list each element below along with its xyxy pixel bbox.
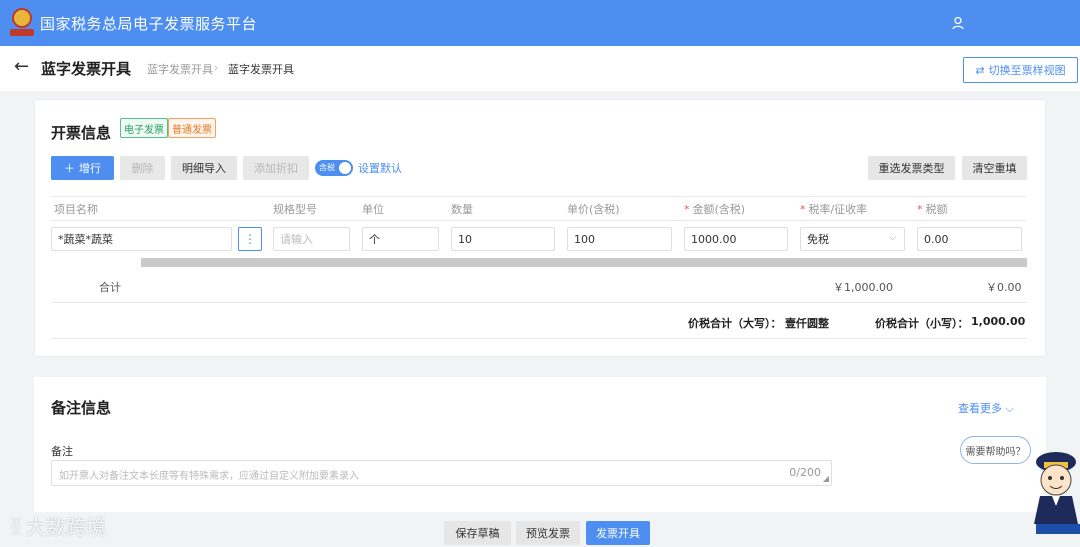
remark-label: 备注	[51, 445, 73, 458]
add-row-label: 增行	[79, 162, 101, 175]
watermark-text: 大数跨境	[26, 515, 106, 539]
quantity-input[interactable]: 10	[451, 227, 555, 251]
required-mark: *	[917, 203, 923, 216]
total-amount: ￥1,000.00	[833, 281, 893, 294]
total-tax: ￥0.00	[986, 281, 1022, 294]
table-top-border	[51, 196, 1027, 197]
totals-bottom-border	[51, 338, 1027, 339]
col-unit-price: 单价(含税)	[567, 203, 620, 216]
breadcrumb-parent[interactable]: 蓝字发票开具	[147, 61, 213, 77]
reselect-invoice-type-button[interactable]: 重选发票类型	[868, 156, 955, 180]
remark-placeholder: 如开票人对备注文本长度等有特殊需求，应通过自定义附加要素录入	[59, 471, 359, 482]
top-navigation-bar: 国家税务总局电子发票服务平台	[0, 0, 1080, 46]
col-item-name: 项目名称	[54, 203, 98, 216]
col-spec: 规格型号	[273, 203, 317, 216]
total-lower-value: 1,000.00	[971, 315, 1026, 328]
issue-invoice-button[interactable]: 发票开具	[586, 521, 650, 545]
col-tax-rate: * 税率/征收率	[800, 203, 868, 216]
page-header: ← 蓝字发票开具 蓝字发票开具 › 蓝字发票开具 ⇄ 切换至票样视图	[0, 46, 1080, 91]
breadcrumb-current: 蓝字发票开具	[228, 63, 294, 76]
col-amount: * 金额(含税)	[684, 203, 746, 216]
item-name-input[interactable]: *蔬菜*蔬菜	[51, 227, 232, 251]
save-draft-button[interactable]: 保存草稿	[444, 521, 511, 545]
resize-icon[interactable]: ◢	[823, 474, 829, 483]
tax-rate-value: 免税	[807, 233, 829, 246]
toggle-knob	[339, 162, 351, 174]
chevron-down-icon: ⌵	[1005, 402, 1014, 415]
watermark: ᛝ 大数跨境	[10, 511, 106, 540]
mascot-icon[interactable]	[1028, 444, 1080, 536]
col-quantity: 数量	[451, 203, 473, 216]
switch-view-icon: ⇄	[975, 63, 985, 77]
required-mark: *	[800, 203, 806, 216]
back-arrow-icon[interactable]: ←	[14, 56, 29, 77]
breadcrumb-separator-icon: ›	[214, 61, 219, 74]
logo-emblem-icon	[10, 8, 34, 38]
help-bubble[interactable]: 需要帮助吗？	[960, 436, 1031, 464]
remark-card	[34, 377, 1046, 512]
switch-view-label: 切换至票样视图	[988, 64, 1066, 77]
more-vertical-icon[interactable]: ⋮	[238, 227, 262, 251]
remark-section-title: 备注信息	[51, 399, 112, 417]
tax-amount-input[interactable]: 0.00	[917, 227, 1022, 251]
tag-electronic-invoice: 电子发票	[120, 118, 168, 138]
plus-icon: ＋	[64, 162, 75, 175]
unit-input[interactable]: 个	[362, 227, 439, 251]
clear-refill-button[interactable]: 清空重填	[962, 156, 1027, 180]
col-tax-amount: * 税额	[917, 203, 948, 216]
unit-price-input[interactable]: 100	[567, 227, 672, 251]
tag-ordinary-invoice: 普通发票	[168, 118, 216, 138]
set-default-link[interactable]: 设置默认	[358, 160, 402, 176]
totals-divider	[51, 302, 1027, 303]
delete-button[interactable]: 删除	[120, 156, 165, 180]
user-icon[interactable]	[951, 16, 965, 30]
remark-textarea[interactable]: 如开票人对备注文本长度等有特殊需求，应通过自定义附加要素录入 0/200 ◢	[51, 460, 832, 486]
see-more-link[interactable]: 查看更多 ⌵	[958, 400, 1014, 416]
remark-char-counter: 0/200	[789, 466, 821, 479]
col-unit: 单位	[362, 203, 384, 216]
total-upper-label: 价税合计（大写）：	[688, 317, 782, 330]
add-row-button[interactable]: ＋ 增行	[51, 156, 114, 180]
switch-view-button[interactable]: ⇄ 切换至票样视图	[963, 57, 1078, 83]
watermark-logo-icon: ᛝ	[10, 513, 22, 538]
spec-input[interactable]: 请输入	[273, 227, 350, 251]
import-detail-button[interactable]: 明细导入	[171, 156, 237, 180]
table-header-divider	[51, 220, 1027, 221]
total-upper-value: 壹仟圆整	[785, 317, 829, 330]
total-label: 合计	[99, 281, 121, 294]
app-title: 国家税务总局电子发票服务平台	[40, 14, 258, 33]
page-title: 蓝字发票开具	[41, 60, 132, 78]
total-lower-label: 价税合计（小写）：	[875, 317, 969, 330]
required-mark: *	[684, 203, 690, 216]
tax-inclusive-toggle[interactable]: 含税	[315, 160, 353, 176]
toggle-label: 含税	[319, 163, 335, 172]
preview-invoice-button[interactable]: 预览发票	[516, 521, 580, 545]
tax-rate-select[interactable]: 免税 ⌵	[800, 227, 905, 251]
invoice-info-title: 开票信息	[51, 124, 112, 142]
chevron-down-icon: ⌵	[889, 233, 896, 243]
add-discount-button[interactable]: 添加折扣	[243, 156, 309, 180]
table-horizontal-scrollbar[interactable]	[141, 258, 1027, 267]
amount-input[interactable]: 1000.00	[684, 227, 788, 251]
